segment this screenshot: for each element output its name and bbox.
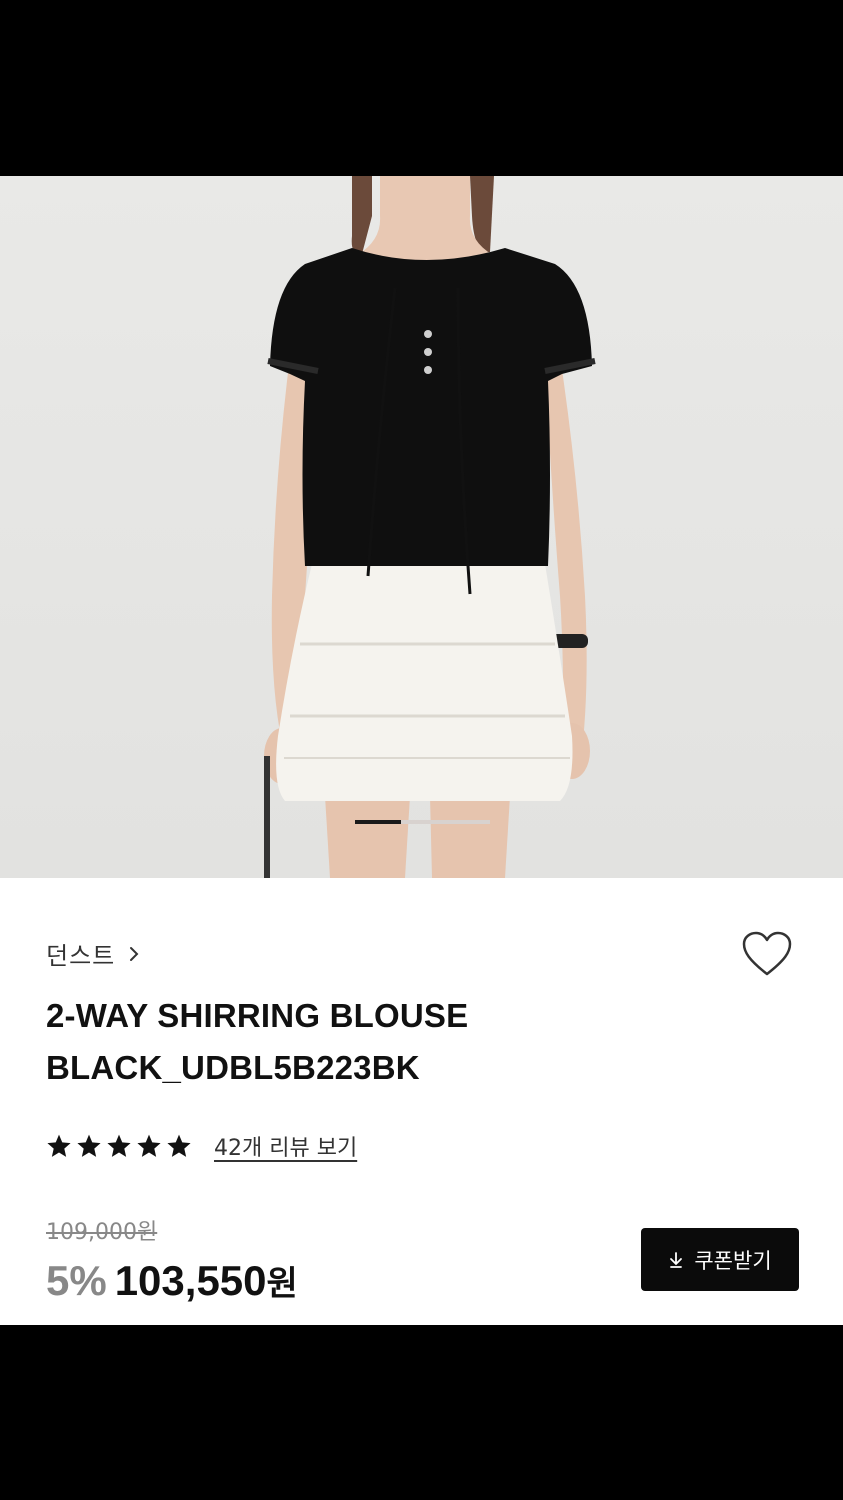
discount-rate: 5% [46,1257,107,1304]
product-title-line-2: BLACK_UDBL5B223BK [46,1049,420,1086]
sale-price-row: 5% 103,550 원 [46,1256,298,1305]
star-filled-icon [107,1134,131,1157]
bottom-black-bar [0,1325,843,1500]
product-info-panel: 던스트 2-WAY SHIRRING BLOUSE BLACK_UDBL5B22… [0,878,843,1325]
product-title: 2-WAY SHIRRING BLOUSE BLACK_UDBL5B223BK [46,990,746,1094]
star-filled-icon [167,1134,191,1157]
carousel-indicator [355,820,490,824]
star-filled-icon [137,1134,161,1157]
brand-name: 던스트 [46,942,116,970]
carousel-track [401,820,490,824]
review-link[interactable]: 42개 리뷰 보기 [214,1130,357,1162]
rating-stars [46,1133,196,1159]
product-title-line-1: 2-WAY SHIRRING BLOUSE [46,997,469,1034]
rating-row: 42개 리뷰 보기 [46,1130,357,1162]
carousel-active-segment [355,820,401,824]
original-price: 109,000원 [46,1220,158,1245]
currency-unit: 원 [266,1264,298,1304]
coupon-download-button[interactable]: 쿠폰받기 [641,1228,799,1291]
product-image[interactable] [0,176,843,878]
star-filled-icon [47,1134,71,1157]
sale-price: 103,550 [114,1257,267,1304]
heart-outline-icon[interactable] [741,930,793,978]
download-icon [670,1251,683,1268]
brand-link[interactable]: 던스트 [46,936,139,971]
coupon-button-label: 쿠폰받기 [694,1248,772,1273]
top-black-bar [0,0,843,176]
star-filled-icon [77,1134,101,1157]
product-photo [0,176,843,878]
chevron-right-icon [130,946,139,961]
